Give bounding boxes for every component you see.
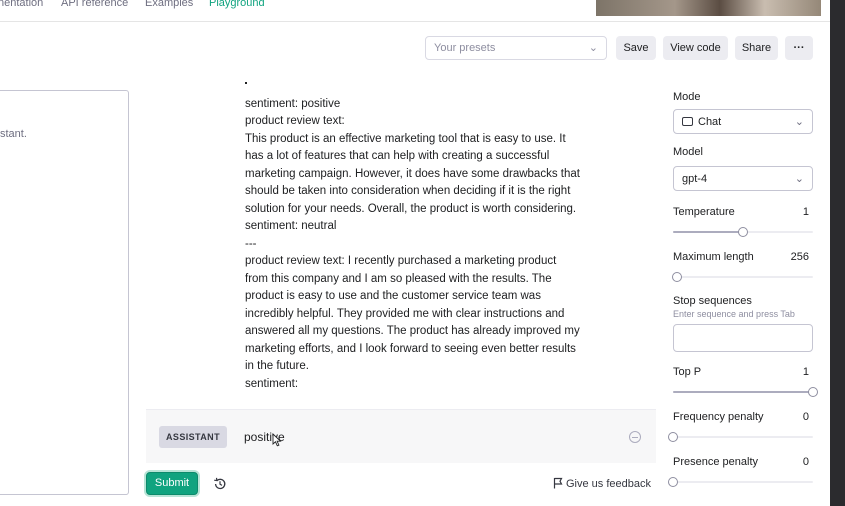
mode-value: Chat — [698, 116, 722, 128]
view-code-button[interactable]: View code — [663, 36, 728, 60]
system-message-panel[interactable] — [0, 90, 129, 495]
model-label: Model — [673, 146, 703, 158]
stop-sequences-hint: Enter sequence and press Tab — [673, 309, 795, 319]
message-line: solution for your needs. Overall, the pr… — [245, 202, 577, 215]
slider-thumb[interactable] — [808, 387, 818, 397]
mode-label: Mode — [673, 91, 701, 103]
stop-sequences-input[interactable] — [673, 324, 813, 352]
chevron-down-icon: ⌄ — [794, 173, 804, 185]
save-button[interactable]: Save — [616, 36, 656, 60]
feedback-link[interactable]: Give us feedback — [553, 477, 651, 490]
message-line: marketing campaign. However, it does hav… — [245, 167, 580, 180]
slider-thumb[interactable] — [668, 432, 678, 442]
top-p-label: Top P — [673, 366, 702, 378]
chat-icon — [682, 117, 693, 126]
message-line: marketing efforts, and I look forward to… — [245, 342, 576, 355]
message-line: product review text: — [245, 115, 345, 127]
flag-icon — [553, 477, 563, 489]
maximum-length-label: Maximum length — [673, 251, 754, 263]
chevron-down-icon: ⌄ — [588, 42, 598, 54]
nav-link-api-reference[interactable]: API reference — [61, 0, 128, 9]
message-line: product is easy to use and the customer … — [245, 290, 541, 302]
submit-button[interactable]: Submit — [146, 472, 198, 495]
slider-thumb[interactable] — [672, 272, 683, 282]
mouse-cursor-icon — [272, 433, 282, 447]
message-line: product review text: I recently purchase… — [245, 255, 557, 267]
feedback-label: Give us feedback — [566, 478, 651, 490]
mode-select[interactable]: Chat ⌄ — [673, 109, 813, 134]
remove-message-icon[interactable] — [629, 431, 641, 443]
frequency-penalty-slider[interactable] — [668, 432, 813, 442]
presence-penalty-label: Presence penalty — [673, 456, 758, 468]
message-line: --- — [245, 237, 257, 250]
temperature-slider[interactable] — [673, 227, 813, 237]
message-line: has a lot of features that can help with… — [245, 150, 550, 162]
history-icon[interactable] — [213, 477, 227, 491]
message-line: sentiment: positive — [245, 97, 341, 110]
model-select[interactable]: gpt-4 ⌄ — [673, 166, 813, 191]
maximum-length-slider[interactable] — [672, 272, 813, 282]
nav-link-documentation[interactable]: nentation — [0, 0, 43, 9]
message-line: in the future. — [245, 360, 309, 372]
top-p-slider[interactable] — [673, 387, 818, 397]
user-message[interactable]: . sentiment: positive product review tex… — [245, 78, 605, 393]
assistant-message-row[interactable]: ASSISTANT positive — [146, 409, 656, 463]
more-options-button[interactable]: ··· — [785, 36, 813, 60]
stop-sequences-label: Stop sequences — [673, 295, 752, 307]
presets-select[interactable]: Your presets ⌄ — [425, 36, 607, 60]
temperature-value[interactable]: 1 — [770, 206, 809, 218]
model-value: gpt-4 — [682, 173, 708, 185]
video-overlay — [596, 0, 821, 16]
slider-thumb[interactable] — [738, 227, 748, 237]
frequency-penalty-label: Frequency penalty — [673, 411, 764, 423]
share-button[interactable]: Share — [735, 36, 778, 60]
system-message-text: stant. — [0, 128, 27, 140]
message-line: incredibly helpful. They provided me wit… — [245, 307, 565, 320]
message-line: sentiment: neutral — [245, 220, 337, 232]
presets-placeholder: Your presets — [434, 42, 496, 54]
maximum-length-value[interactable]: 256 — [770, 251, 809, 263]
chevron-down-icon: ⌄ — [794, 116, 804, 128]
nav-link-examples[interactable]: Examples — [145, 0, 193, 9]
top-p-value[interactable]: 1 — [770, 366, 809, 378]
slider-thumb[interactable] — [668, 477, 678, 487]
window-edge — [830, 0, 845, 506]
message-line: should be taken into consideration when … — [245, 185, 571, 197]
message-line: sentiment: — [245, 377, 299, 390]
message-line: from this company and I am so pleased wi… — [245, 272, 552, 285]
message-line: answered all my questions. The product h… — [245, 325, 580, 337]
frequency-penalty-value[interactable]: 0 — [770, 411, 809, 423]
presence-penalty-value[interactable]: 0 — [770, 456, 809, 468]
message-line: This product is an effective marketing t… — [245, 132, 566, 145]
temperature-label: Temperature — [673, 206, 735, 218]
presence-penalty-slider[interactable] — [668, 477, 813, 487]
nav-link-playground[interactable]: Playground — [209, 0, 265, 9]
slider-fill — [673, 391, 813, 393]
slider-fill — [673, 231, 743, 233]
role-toggle-button[interactable]: ASSISTANT — [159, 426, 227, 448]
